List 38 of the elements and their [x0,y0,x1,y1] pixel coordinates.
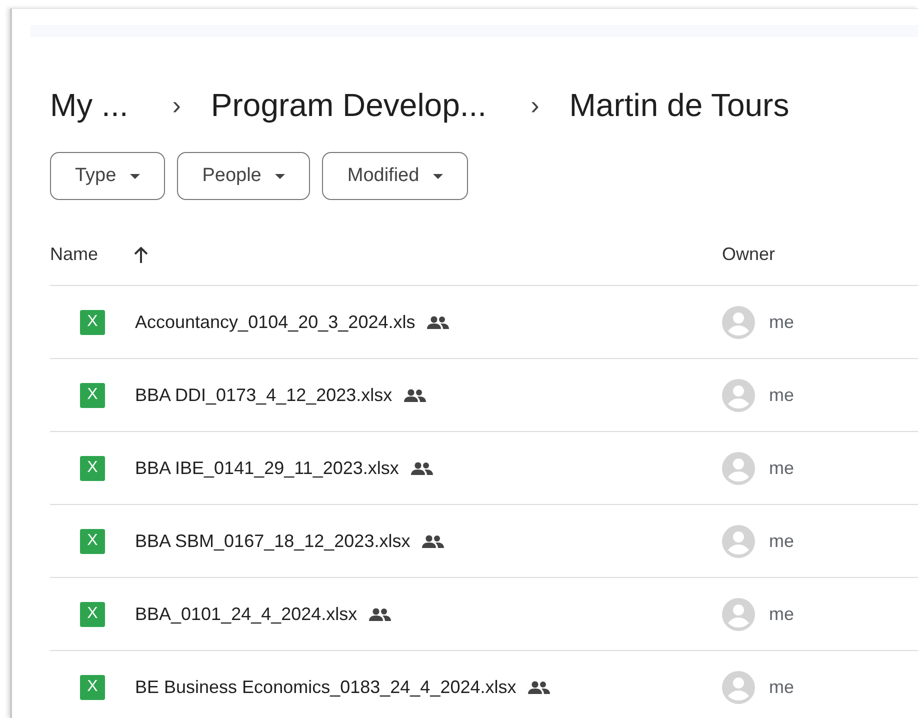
owner-name: me [769,602,794,626]
file-name[interactable]: BBA IBE_0141_29_11_2023.xlsx [135,454,399,482]
owner-name: me [769,384,794,406]
owner-name: me [769,676,794,698]
avatar-icon [722,378,755,412]
caret-icon [433,174,444,178]
avatar-icon [722,306,755,338]
filter-dropdown[interactable]: People [177,152,310,200]
spreadsheet-file-icon: X [80,528,105,554]
owner-name: me [769,530,794,552]
breadcrumb-item[interactable]: My ... [50,81,128,129]
caret-icon [275,174,286,178]
breadcrumb-separator: › [172,88,181,122]
spreadsheet-file-icon: X [80,310,105,334]
spreadsheet-file-icon: X [80,456,105,480]
file-name[interactable]: BBA SBM_0167_18_12_2023.xlsx [135,528,410,554]
filter-dropdown[interactable]: Type [50,152,166,200]
column-header[interactable]: Owner [722,241,776,268]
avatar-icon [722,524,755,558]
sort-arrow-icon[interactable] [134,246,148,262]
spreadsheet-file-icon: X [80,602,105,626]
breadcrumb-item[interactable]: Martin de Tours [569,81,790,129]
avatar-icon [722,670,755,704]
breadcrumb-item[interactable]: Program Develop... [210,81,487,129]
file-name[interactable]: Accountancy_0104_20_3_2024.xls [135,308,416,336]
column-header[interactable]: Name [50,241,98,268]
owner-name: me [769,456,794,480]
spreadsheet-file-icon: X [80,382,105,408]
breadcrumb-separator: › [530,88,540,122]
avatar-icon [722,452,755,484]
spreadsheet-file-icon: X [80,674,105,700]
file-name[interactable]: BE Business Economics_0183_24_4_2024.xlsx [135,674,516,700]
file-name[interactable]: BBA DDI_0173_4_12_2023.xlsx [135,382,392,408]
caret-icon [130,174,140,178]
owner-name: me [769,310,794,334]
avatar-icon [722,598,755,630]
filter-dropdown[interactable]: Modified [322,152,468,200]
file-name[interactable]: BBA_0101_24_4_2024.xlsx [135,600,358,628]
